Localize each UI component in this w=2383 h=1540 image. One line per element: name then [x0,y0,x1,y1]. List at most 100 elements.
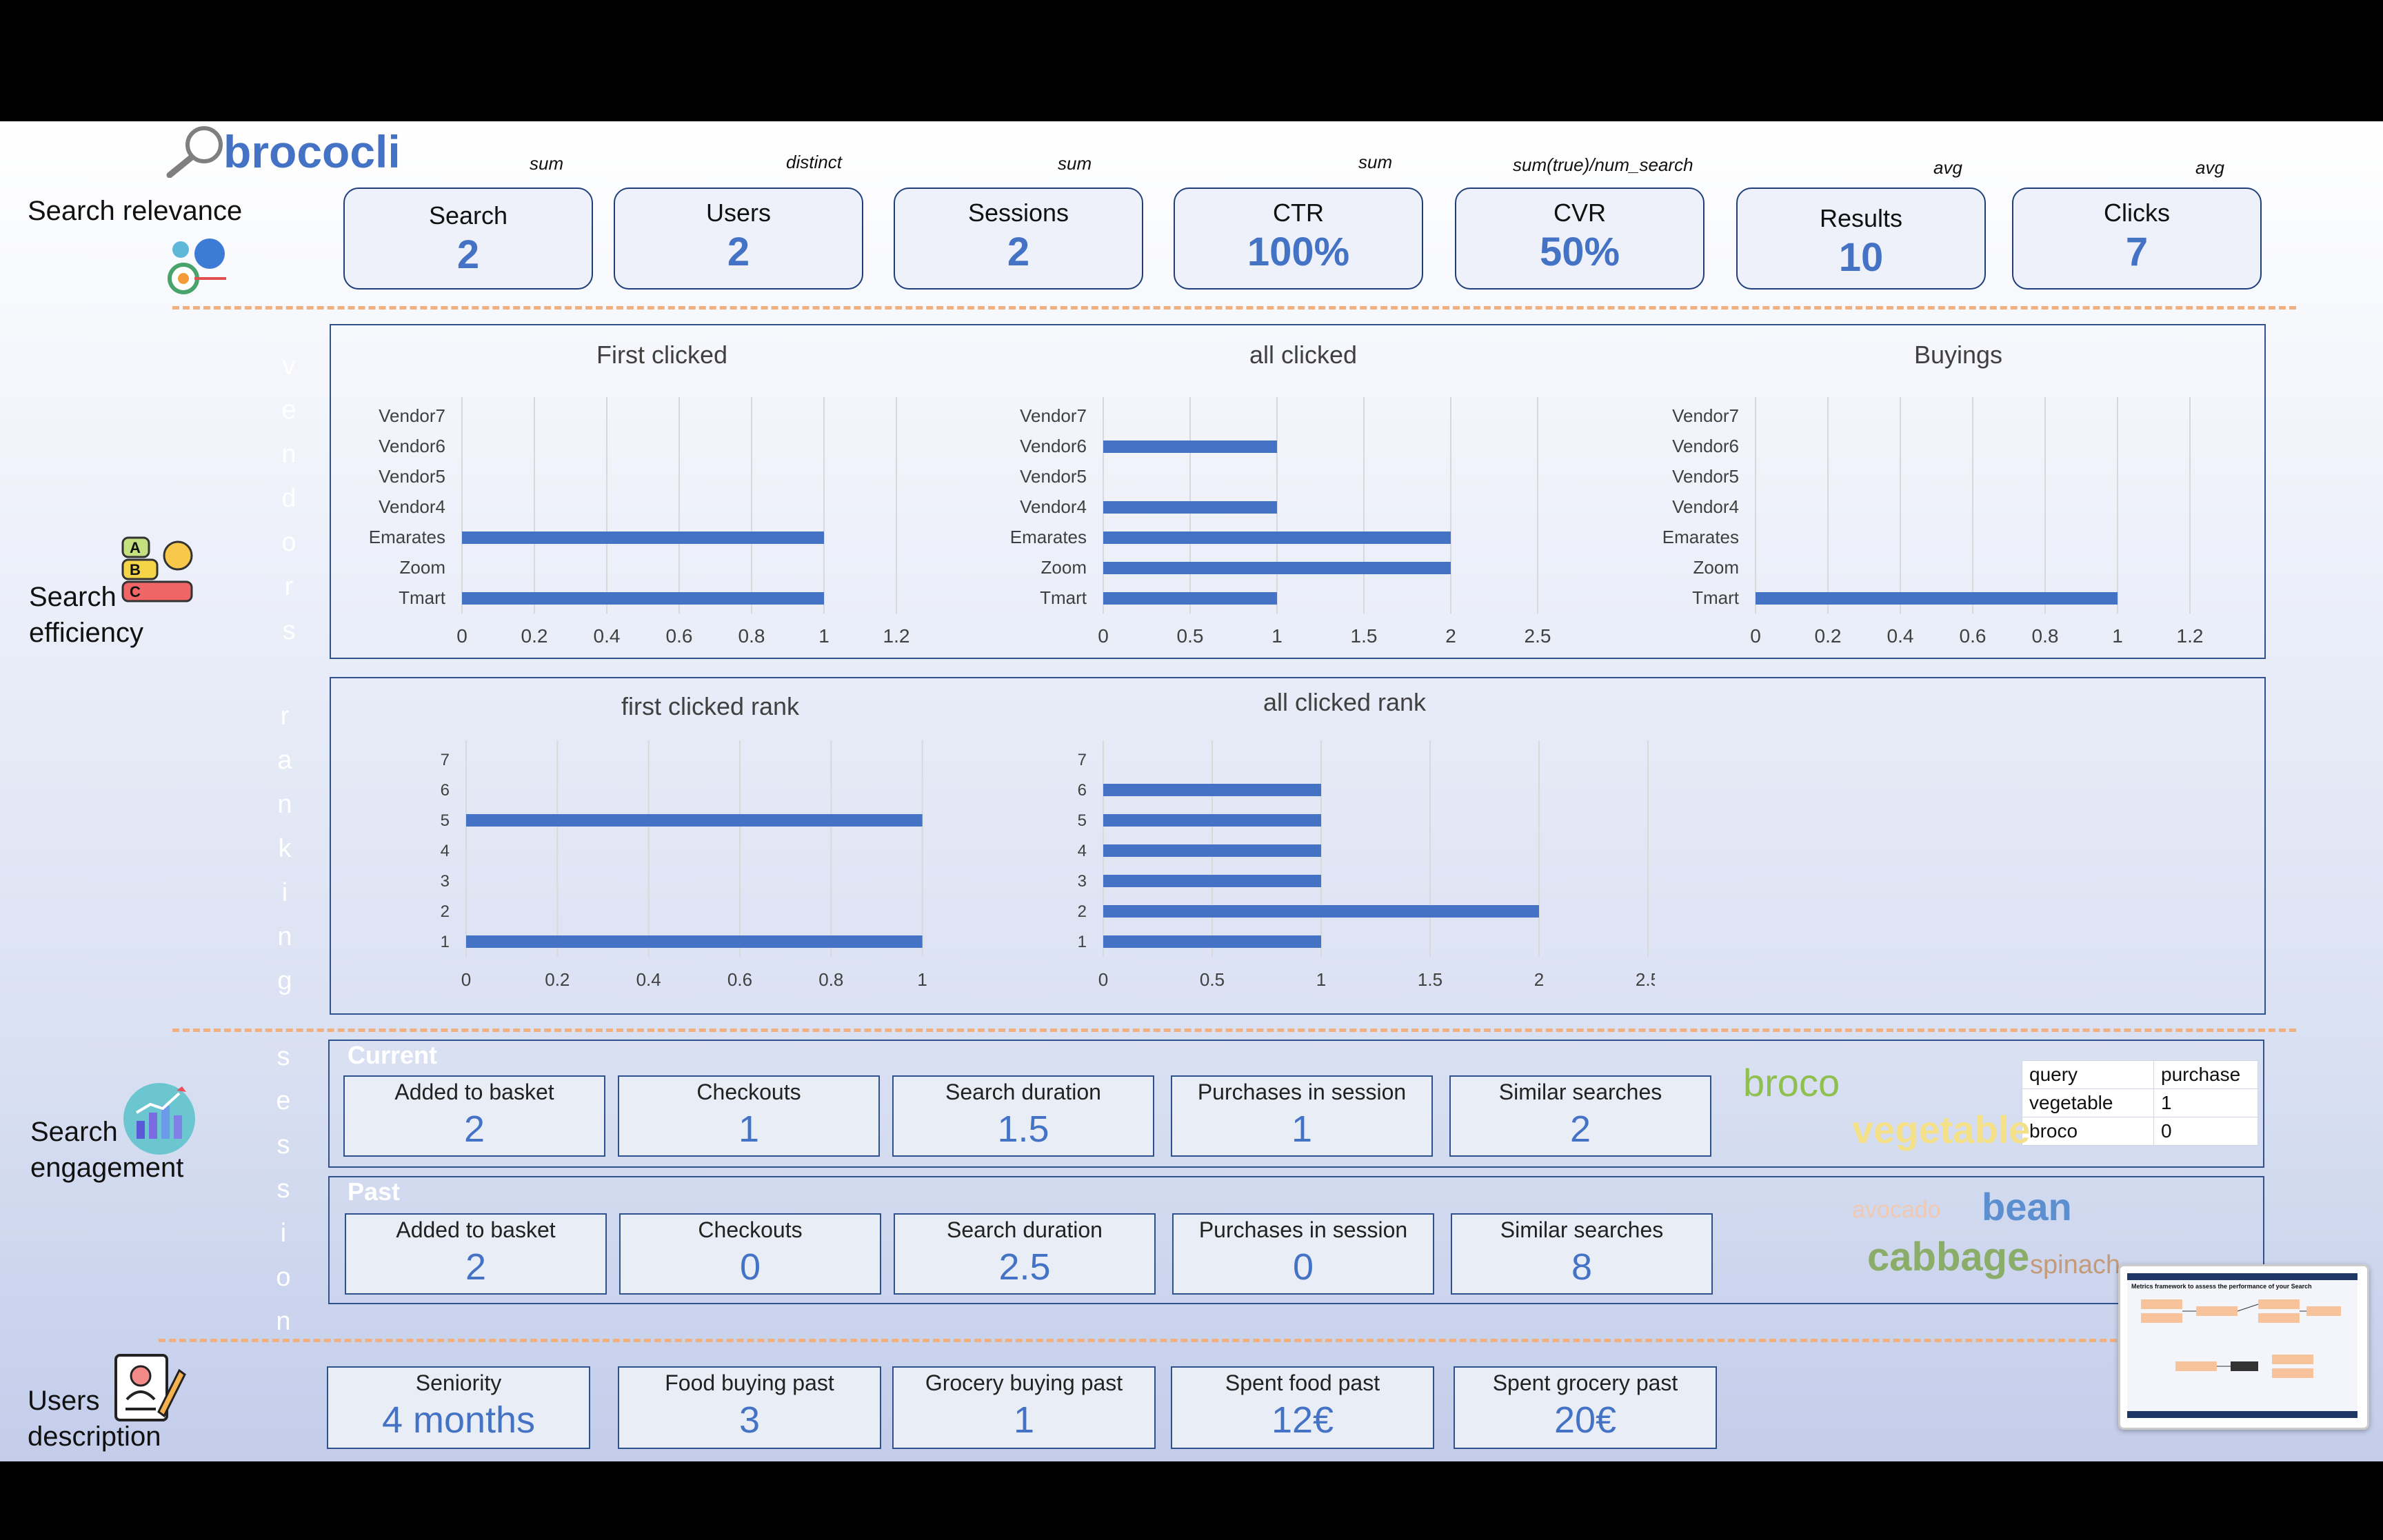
vertical-text: vendors [274,352,303,660]
section-label-line: Users [28,1386,100,1416]
kpi-agg-ctr: sum [1358,152,1393,172]
y-tick-label: Vendor4 [1020,496,1087,517]
past-card-added-to-basket: Added to basket 2 [345,1213,607,1295]
user-card-seniority: Seniority 4 months [327,1366,590,1449]
dashboard-slide: brococli Search relevance sum distinct s… [0,121,2383,1461]
bar [466,935,923,948]
x-tick-label: 1.5 [1351,625,1378,647]
x-tick-label: 1 [1271,625,1283,647]
y-tick-label: Tmart [399,587,446,608]
y-tick-label: 3 [1078,872,1087,891]
table-row: broco 0 [2022,1117,2258,1146]
magnifier-icon [166,126,223,178]
section-label-relevance: Search relevance [28,196,243,226]
bar [1103,935,1321,948]
current-card-added-to-basket: Added to basket 2 [343,1075,605,1157]
wordcloud-word: spinach [2030,1250,2120,1279]
card-label: Added to basket [394,1080,554,1104]
y-tick-label: Emarates [1662,527,1739,547]
y-tick-label: Zoom [1693,557,1739,578]
card-value: 1.5 [997,1108,1049,1150]
kpi-value: 50% [1539,230,1620,274]
x-tick-label: 0 [1098,625,1109,647]
bar [1103,440,1277,453]
section-label-line: description [28,1421,161,1452]
x-tick-label: 2 [1534,969,1544,990]
wordcloud-word: avocado [1852,1197,1941,1223]
chart-title-all-clicked-rank: all clicked rank [1263,688,1427,716]
y-tick-label: 2 [1078,902,1087,921]
thumbnail-caption: Metrics framework to assess the performa… [2131,1283,2312,1290]
kpi-agg-clicks: avg [2195,157,2224,178]
y-tick-label: 2 [441,902,450,921]
table-header: query [2022,1060,2154,1089]
kpi-agg-results: avg [1933,157,1962,178]
section-label-users: Users description [28,1383,161,1455]
current-card-checkouts: Checkouts 1 [618,1075,880,1157]
card-label: Spent food past [1225,1370,1380,1395]
card-value: 2.5 [998,1246,1051,1288]
x-tick-label: 0.6 [727,969,752,990]
panel-vendors: First clicked all clicked Buyings 0 0.2 0.… [330,324,2266,659]
x-tick-label: 0.5 [1177,625,1204,647]
x-tick-label: 0.2 [545,969,570,990]
query-table-wrap: query purchase vegetable 1 broco 0 [2022,1060,2258,1146]
card-label: Checkouts [698,1217,803,1242]
card-value: 2 [463,1108,485,1150]
kpi-value: 100% [1247,230,1350,274]
kpi-card-results: Results 10 [1736,188,1986,290]
x-tick-label: 0.4 [1887,625,1914,647]
bar [1103,531,1451,544]
chart-title-buyings: Buyings [1913,341,2003,369]
section-label-line: Search [29,582,117,612]
bar [1103,875,1321,887]
card-label: Purchases in session [1198,1217,1408,1242]
kpi-label: CVR [1553,199,1606,227]
table-cell: 1 [2153,1088,2258,1117]
bar [1103,784,1321,796]
chart-title-first-clicked-rank: first clicked rank [621,692,800,720]
query-table: query purchase vegetable 1 broco 0 [2022,1060,2258,1146]
vertical-label-vendors: vendors [268,352,303,673]
card-label: Added to basket [396,1217,556,1242]
past-card-similar-searches: Similar searches 8 [1451,1213,1713,1295]
y-tick-label: 5 [1078,811,1087,830]
chart-all-clicked: 0 0.5 1 1.5 2 2.5 Vendor7 Vendor6 Vendor5 Vendor4… [1010,397,1551,647]
vertical-text: ranking [270,702,299,1011]
y-tick-label: Emarates [369,527,445,547]
x-tick-label: 0.4 [636,969,661,990]
slide-thumbnail[interactable]: Metrics framework to assess the performa… [2118,1264,2369,1430]
x-tick-label: 1.5 [1418,969,1442,990]
x-tick-label: 1.2 [883,625,910,647]
kpi-value: 2 [1007,230,1030,274]
y-tick-label: Tmart [1040,587,1087,608]
chart-title-first-clicked: First clicked [596,341,728,369]
y-tick-label: 1 [441,933,450,951]
table-cell: broco [2022,1117,2154,1146]
chart-all-clicked-rank: 0 0.5 1 1.5 2 2.5 7 6 5 4 3 2 1 [1078,740,1655,990]
table-cell: vegetable [2022,1088,2154,1117]
wordcloud-word: broco [1743,1061,1840,1104]
kpi-card-clicks: Clicks 7 [2012,188,2262,290]
kpi-card-cvr: CVR 50% [1455,188,1705,290]
y-tick-label: 7 [1078,751,1087,769]
past-card-search-duration: Search duration 2.5 [894,1213,1156,1295]
bar [1103,844,1321,857]
card-label: Spent grocery past [1492,1370,1678,1395]
kpi-label: Results [1819,204,1903,232]
current-heading: Current [348,1041,438,1069]
x-tick-label: 0 [1750,625,1761,647]
card-label: Seniority [415,1370,502,1395]
kpi-label: Clicks [2104,199,2170,227]
y-tick-label: Vendor5 [1672,466,1739,487]
vertical-label-ranking: ranking [263,702,299,1024]
x-tick-label: 1 [1316,969,1326,990]
vertical-text: session [269,1042,298,1351]
card-value: 12€ [1271,1399,1334,1441]
bar [466,814,923,827]
bar [462,592,824,605]
section-label-line: Search [30,1117,118,1147]
chart-first-clicked: 0 0.2 0.4 0.6 0.8 1 1.2 Vendor7 Vendor6 Vendor5 Ve… [369,397,910,647]
chart-title-all-clicked: all clicked [1249,341,1358,369]
past-heading: Past [348,1177,401,1206]
